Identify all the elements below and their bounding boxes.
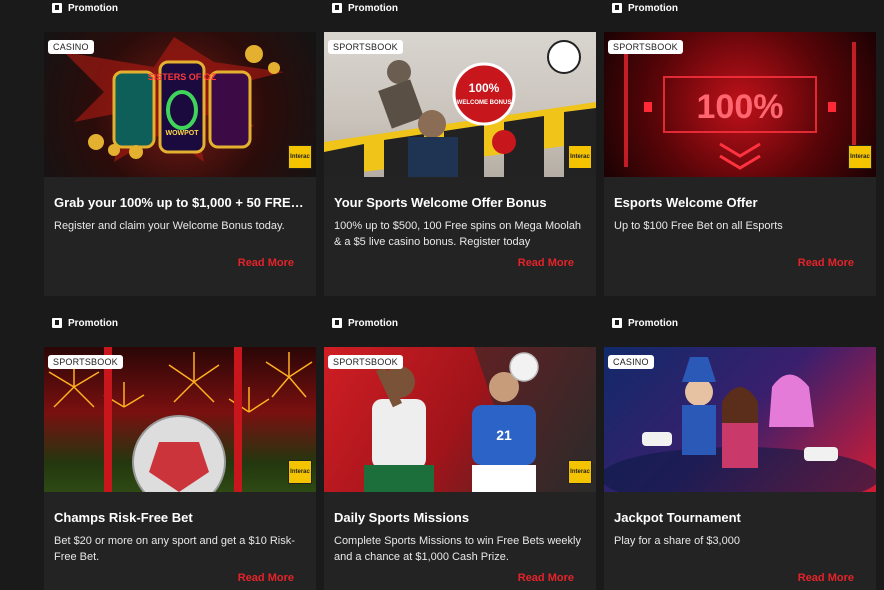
- promo-card-jackpot[interactable]: CASINO Jackpot Tournament Play for a sha…: [604, 347, 876, 590]
- promo-label: Promotion: [628, 317, 678, 329]
- card-description: Bet $20 or more on any sport and get a $…: [54, 535, 295, 563]
- gift-icon: [332, 3, 342, 13]
- card-title: Esports Welcome Offer: [614, 195, 758, 210]
- promo-card-welcome-casino[interactable]: SISTERS OF OZ WOWPOT CASINO Interac Grab…: [44, 32, 316, 296]
- interac-logo: Interac: [288, 460, 312, 484]
- promo-card-sports-welcome[interactable]: 100% WELCOME BONUS SPORTSBOOK Interac Yo…: [324, 32, 596, 296]
- card-description: Register and claim your Welcome Bonus to…: [54, 220, 285, 232]
- gift-icon: [52, 318, 62, 328]
- category-tag: CASINO: [608, 355, 654, 369]
- wowpot-text: WOWPOT: [165, 130, 199, 137]
- read-more-link[interactable]: Read More: [518, 257, 574, 269]
- card-description: 100% up to $500, 100 Free spins on Mega …: [334, 220, 582, 248]
- promo-label: Promotion: [628, 2, 678, 14]
- promo-card-champs[interactable]: SPORTSBOOK Interac Champs Risk-Free Bet …: [44, 347, 316, 590]
- gift-icon: [612, 3, 622, 13]
- badge-bonus-text: WELCOME BONUS: [457, 100, 512, 106]
- promo-label: Promotion: [68, 317, 118, 329]
- promo-label: Promotion: [68, 2, 118, 14]
- card-title: Your Sports Welcome Offer Bonus: [334, 195, 547, 210]
- card-description: Up to $100 Free Bet on all Esports: [614, 220, 783, 232]
- promo-image[interactable]: CASINO: [604, 347, 876, 492]
- promo-card-esports[interactable]: 100% SPORTSBOOK Interac Esports Welcome …: [604, 32, 876, 296]
- promo-label: Promotion: [348, 317, 398, 329]
- read-more-link[interactable]: Read More: [798, 257, 854, 269]
- promo-image[interactable]: 100% SPORTSBOOK Interac: [604, 32, 876, 177]
- promotions-grid: Promotion SISTERS OF OZ WOWPOT CASINO In…: [0, 0, 884, 590]
- category-tag: SPORTSBOOK: [328, 40, 403, 54]
- promo-image[interactable]: SISTERS OF OZ WOWPOT CASINO Interac: [44, 32, 316, 177]
- badge-percent-text: 100%: [469, 81, 500, 95]
- slot-title-text: SISTERS OF OZ: [148, 72, 217, 82]
- read-more-link[interactable]: Read More: [518, 572, 574, 584]
- read-more-link[interactable]: Read More: [798, 572, 854, 584]
- category-tag: SPORTSBOOK: [608, 40, 683, 54]
- promo-header: Promotion: [612, 0, 678, 16]
- card-description: Complete Sports Missions to win Free Bet…: [334, 535, 581, 563]
- promo-label: Promotion: [348, 2, 398, 14]
- category-tag: SPORTSBOOK: [48, 355, 123, 369]
- read-more-link[interactable]: Read More: [238, 257, 294, 269]
- promo-header: Promotion: [52, 315, 118, 331]
- promo-header: Promotion: [52, 0, 118, 16]
- promo-image[interactable]: SPORTSBOOK Interac: [44, 347, 316, 492]
- read-more-link[interactable]: Read More: [238, 572, 294, 584]
- card-description: Play for a share of $3,000: [614, 535, 740, 547]
- category-tag: SPORTSBOOK: [328, 355, 403, 369]
- promo-header: Promotion: [332, 0, 398, 16]
- card-title: Jackpot Tournament: [614, 510, 741, 525]
- promo-image[interactable]: 21 SPORTSBOOK Interac: [324, 347, 596, 492]
- neon-percent-text: 100%: [697, 88, 784, 126]
- promo-card-missions[interactable]: 21 SPORTSBOOK Interac Daily Sports Missi…: [324, 347, 596, 590]
- interac-logo: Interac: [568, 460, 592, 484]
- interac-logo: Interac: [288, 145, 312, 169]
- gift-icon: [332, 318, 342, 328]
- category-tag: CASINO: [48, 40, 94, 54]
- promo-header: Promotion: [612, 315, 678, 331]
- jersey-number-text: 21: [496, 427, 512, 443]
- interac-logo: Interac: [848, 145, 872, 169]
- card-title: Champs Risk-Free Bet: [54, 510, 193, 525]
- gift-icon: [612, 318, 622, 328]
- interac-logo: Interac: [568, 145, 592, 169]
- promo-image[interactable]: 100% WELCOME BONUS SPORTSBOOK Interac: [324, 32, 596, 177]
- gift-icon: [52, 3, 62, 13]
- card-title: Grab your 100% up to $1,000 + 50 FREE ..…: [54, 195, 310, 210]
- card-title: Daily Sports Missions: [334, 510, 470, 525]
- promo-header: Promotion: [332, 315, 398, 331]
